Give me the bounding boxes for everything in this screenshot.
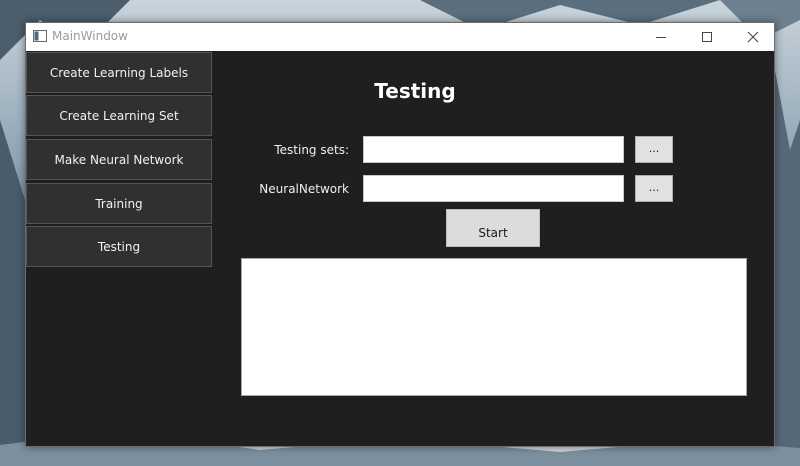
- nav-create-learning-set-button[interactable]: Create Learning Set: [26, 95, 212, 136]
- nav-testing-button[interactable]: Testing: [26, 226, 212, 267]
- title-bar[interactable]: MainWindow: [26, 23, 774, 51]
- neural-network-browse-button[interactable]: ...: [635, 175, 673, 202]
- nav-make-neural-network-button[interactable]: Make Neural Network: [26, 139, 212, 180]
- nav-create-learning-labels-button[interactable]: Create Learning Labels: [26, 52, 212, 93]
- maximize-icon: [702, 32, 712, 42]
- minimize-button[interactable]: [638, 23, 684, 51]
- close-icon: [747, 31, 759, 43]
- close-button[interactable]: [730, 23, 776, 51]
- window-title: MainWindow: [52, 29, 128, 43]
- neural-network-label: NeuralNetwork: [259, 182, 349, 196]
- page-title: Testing: [374, 79, 456, 103]
- testing-sets-browse-button[interactable]: ...: [635, 136, 673, 163]
- nav-training-button[interactable]: Training: [26, 183, 212, 224]
- maximize-button[interactable]: [684, 23, 730, 51]
- start-button[interactable]: Start: [446, 209, 540, 247]
- output-textbox[interactable]: [241, 258, 747, 396]
- minimize-icon: [656, 37, 666, 38]
- testing-sets-label: Testing sets:: [274, 143, 349, 157]
- testing-sets-input[interactable]: [363, 136, 624, 163]
- window-content: Create Learning Labels Create Learning S…: [26, 51, 774, 446]
- neural-network-input[interactable]: [363, 175, 624, 202]
- main-window: MainWindow Create Learning Labels Create…: [25, 22, 775, 447]
- window-icon: [33, 30, 47, 42]
